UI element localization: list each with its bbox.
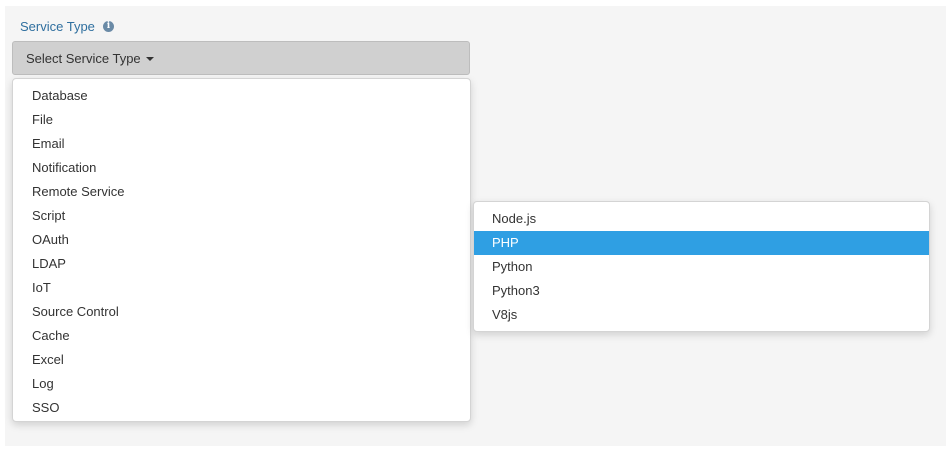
info-icon[interactable]: i [102, 21, 114, 32]
menu-item-iot[interactable]: IoT [13, 276, 470, 300]
caret-down-icon [145, 56, 154, 61]
script-type-submenu: Node.js PHP Python Python3 V8js [473, 201, 930, 332]
menu-item-sso[interactable]: SSO [13, 396, 470, 420]
menu-item-ldap[interactable]: LDAP [13, 252, 470, 276]
menu-item-oauth[interactable]: OAuth [13, 228, 470, 252]
submenu-item-python3[interactable]: Python3 [474, 279, 929, 303]
submenu-item-node-js[interactable]: Node.js [474, 207, 929, 231]
submenu-item-php[interactable]: PHP [474, 231, 929, 255]
select-service-type-label: Select Service Type [26, 50, 141, 66]
service-type-label: Service Type i [20, 19, 114, 34]
menu-item-file[interactable]: File [13, 108, 470, 132]
menu-item-database[interactable]: Database [13, 84, 470, 108]
menu-item-source-control[interactable]: Source Control [13, 300, 470, 324]
menu-item-cache[interactable]: Cache [13, 324, 470, 348]
menu-item-excel[interactable]: Excel [13, 348, 470, 372]
service-type-dropdown-menu: Database File Email Notification Remote Serv… [12, 78, 471, 422]
submenu-item-python[interactable]: Python [474, 255, 929, 279]
select-service-type-button[interactable]: Select Service Type [12, 41, 470, 75]
submenu-item-v8js[interactable]: V8js [474, 303, 929, 327]
menu-item-log[interactable]: Log [13, 372, 470, 396]
menu-item-script[interactable]: Script [13, 204, 470, 228]
menu-item-remote-service[interactable]: Remote Service [13, 180, 470, 204]
menu-item-email[interactable]: Email [13, 132, 470, 156]
service-type-label-text: Service Type [20, 19, 95, 34]
menu-item-notification[interactable]: Notification [13, 156, 470, 180]
